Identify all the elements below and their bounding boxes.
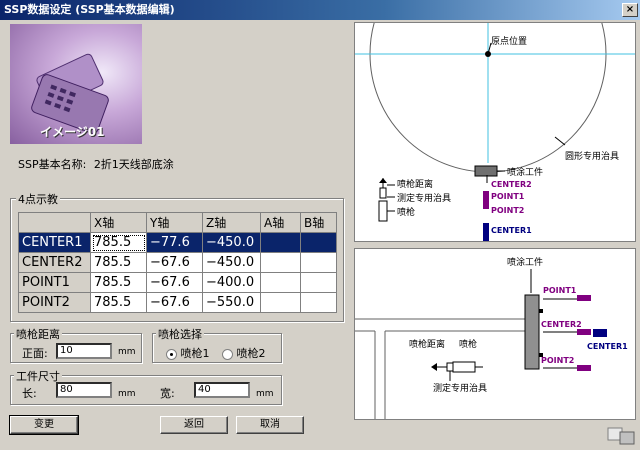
top-diagram: 原点位置 圆形专用治具 喷涂工件 CENTER2 POINT1 POINT2 C… — [355, 23, 635, 241]
cell-z[interactable]: −400.0 — [202, 272, 261, 293]
gun-distance-label: 正面: — [22, 347, 48, 360]
radio-gun1[interactable]: 喷枪1 — [166, 345, 210, 361]
point1-label: POINT1 — [491, 192, 525, 201]
cell-y[interactable]: −67.6 — [146, 252, 203, 273]
gun-distance-unit: mm — [118, 347, 136, 357]
col-header-b: B轴 — [300, 212, 337, 233]
gun-select-title: 喷枪选择 — [156, 326, 204, 342]
measure-fixture-shape — [379, 187, 387, 199]
product-image: イメージ01 — [10, 24, 142, 144]
center2-bottom-label: CENTER2 — [541, 320, 582, 329]
gun-bottom-label: 喷枪 — [459, 338, 477, 350]
radio-gun2-indicator[interactable] — [222, 348, 233, 360]
point-gun-shape — [483, 191, 489, 209]
cell-z[interactable]: −450.0 — [202, 232, 261, 253]
workpiece-title: 工件尺寸 — [14, 368, 62, 384]
image-caption: イメージ01 — [40, 125, 105, 139]
table-header-row: X轴 Y轴 Z轴 A轴 B轴 — [18, 212, 337, 233]
cell-z[interactable]: −550.0 — [202, 292, 261, 313]
table-row[interactable]: CENTER2 785.5 −67.6 −450.0 — [18, 252, 337, 273]
cell-z[interactable]: −450.0 — [202, 252, 261, 273]
cell-x[interactable]: 785.5 — [90, 232, 147, 253]
gun-distance-title: 喷枪距离 — [14, 326, 62, 342]
width-input[interactable]: 40 — [194, 382, 250, 398]
table-row[interactable]: POINT1 785.5 −67.6 −400.0 — [18, 272, 337, 293]
center1-gun-shape — [483, 223, 489, 241]
center1-bottom-shape — [593, 329, 607, 337]
cancel-button[interactable]: 取消 — [236, 416, 304, 434]
point2-bottom-label: POINT2 — [541, 356, 574, 365]
gun-bottom-shape — [452, 361, 476, 373]
radio-gun2[interactable]: 喷枪2 — [222, 345, 266, 361]
cell-y[interactable]: −67.6 — [146, 292, 203, 313]
length-label: 长: — [22, 387, 37, 400]
spray-work-bottom-label: 喷涂工件 — [507, 256, 543, 268]
ssp-name-label: SSP基本名称: — [18, 158, 87, 171]
gun-shape — [378, 200, 388, 222]
row-header[interactable]: CENTER2 — [18, 252, 91, 273]
gun-distance-input[interactable]: 10 — [56, 343, 112, 359]
row-header[interactable]: POINT1 — [18, 272, 91, 293]
cell-a[interactable] — [260, 272, 301, 293]
corner-header — [18, 212, 91, 233]
width-label: 宽: — [160, 387, 175, 400]
top-diagram-panel: 原点位置 圆形专用治具 喷涂工件 CENTER2 POINT1 POINT2 C… — [354, 22, 636, 242]
points-group-title: 4点示教 — [16, 191, 60, 207]
window-title: SSP数据设定 (SSP基本数据编辑) — [4, 3, 175, 16]
table-row[interactable]: POINT2 785.5 −67.6 −550.0 — [18, 292, 337, 313]
gun-distance-diagram-label: 喷枪距离 — [397, 178, 433, 190]
radio-gun2-label: 喷枪2 — [236, 347, 266, 360]
table-row[interactable]: CENTER1 785.5 −77.6 −450.0 — [18, 232, 337, 253]
gun-diagram-label: 喷枪 — [397, 206, 415, 218]
cell-y[interactable]: −77.6 — [146, 232, 203, 253]
col-header-y: Y轴 — [146, 212, 203, 233]
center1-bottom-label: CENTER1 — [587, 342, 628, 351]
resize-grip-icon — [606, 424, 636, 446]
window-titlebar: SSP数据设定 (SSP基本数据编辑) × — [0, 0, 640, 20]
width-unit: mm — [256, 389, 274, 399]
cell-y[interactable]: −67.6 — [146, 272, 203, 293]
cell-b[interactable] — [300, 272, 337, 293]
cell-b[interactable] — [300, 252, 337, 273]
spray-work-shape — [474, 165, 498, 177]
spray-work-label: 喷涂工件 — [507, 166, 543, 178]
gun-distance-bottom-label: 喷枪距离 — [409, 338, 445, 350]
bottom-diagram: 喷涂工件 POINT1 CENTER2 CENTER1 POINT2 喷枪距离 … — [355, 256, 628, 419]
measure-fixture-diagram-label: 测定专用治具 — [397, 192, 451, 204]
point1-bottom-label: POINT1 — [543, 286, 577, 295]
back-button[interactable]: 返回 — [160, 416, 228, 434]
cell-x[interactable]: 785.5 — [90, 252, 147, 273]
cell-x[interactable]: 785.5 — [90, 272, 147, 293]
cell-a[interactable] — [260, 252, 301, 273]
col-header-z: Z轴 — [202, 212, 261, 233]
circle-fixture-label: 圆形专用治具 — [565, 150, 619, 162]
center2-label: CENTER2 — [491, 180, 532, 189]
ssp-name-row: SSP基本名称: 2折1天线部底涂 — [18, 156, 174, 172]
radio-gun1-label: 喷枪1 — [180, 347, 210, 360]
origin-label: 原点位置 — [491, 35, 527, 47]
ssp-name-value: 2折1天线部底涂 — [93, 158, 174, 171]
cell-b[interactable] — [300, 292, 337, 313]
measure-fixture-bottom-label: 测定专用治具 — [433, 382, 487, 394]
cell-b[interactable] — [300, 232, 337, 253]
length-input[interactable]: 80 — [56, 382, 112, 398]
spray-work-bottom-shape — [524, 294, 540, 370]
col-header-a: A轴 — [260, 212, 301, 233]
cell-a[interactable] — [260, 232, 301, 253]
center1-label: CENTER1 — [491, 226, 532, 235]
bottom-diagram-panel: 喷涂工件 POINT1 CENTER2 CENTER1 POINT2 喷枪距离 … — [354, 248, 636, 420]
point2-label: POINT2 — [491, 206, 524, 215]
row-header[interactable]: CENTER1 — [18, 232, 91, 253]
change-button[interactable]: 变更 — [9, 415, 79, 435]
points-table[interactable]: X轴 Y轴 Z轴 A轴 B轴 CENTER1 785.5 −77.6 −450.… — [18, 212, 337, 313]
cell-a[interactable] — [260, 292, 301, 313]
cell-x[interactable]: 785.5 — [90, 292, 147, 313]
close-button[interactable]: × — [622, 3, 638, 17]
length-unit: mm — [118, 389, 136, 399]
radio-gun1-indicator[interactable] — [166, 348, 177, 360]
row-header[interactable]: POINT2 — [18, 292, 91, 313]
col-header-x: X轴 — [90, 212, 147, 233]
